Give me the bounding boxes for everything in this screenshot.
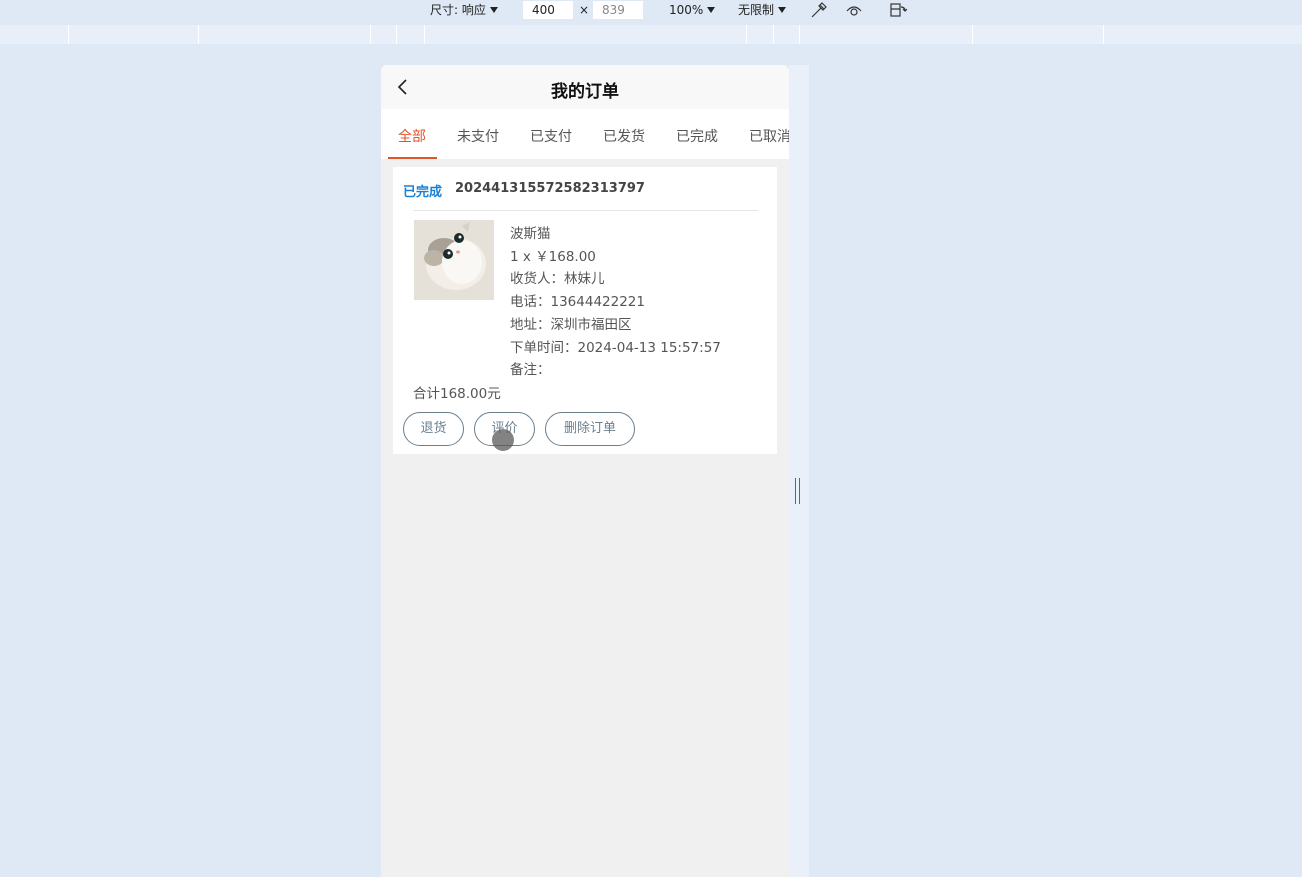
phone: 电话：13644422221: [510, 294, 645, 311]
dimensions-label: 尺寸: 响应: [430, 3, 486, 17]
resize-handle[interactable]: [795, 478, 801, 504]
order-number: 20244131557258231379​7: [455, 181, 645, 196]
order-status: 已完成: [403, 185, 443, 200]
active-tab-indicator: [388, 157, 437, 159]
tab-shipped[interactable]: 已发货: [603, 126, 645, 146]
width-input[interactable]: 400: [523, 1, 573, 19]
order-card: 已完成 20244131557258231379​7 波斯猫 1 x ￥168.…: [393, 167, 777, 454]
devtools-toolbar: 尺寸: 响应 400 × 839 100% 无限制: [0, 0, 1302, 22]
tab-all[interactable]: 全部: [398, 126, 426, 146]
tab-paid[interactable]: 已支付: [530, 126, 572, 146]
order-total: 合计168.00元: [413, 386, 501, 402]
address: 地址：深圳市福田区: [510, 316, 632, 333]
throttle-dropdown[interactable]: 无限制: [738, 2, 787, 18]
tab-unpaid[interactable]: 未支付: [457, 126, 499, 146]
media-query-ruler: [0, 25, 1302, 44]
rotate-icon[interactable]: [889, 1, 907, 19]
page-title: 我的订单: [551, 82, 619, 102]
chevron-down-icon: [778, 7, 787, 13]
nav-bar: 我的订单: [381, 65, 789, 109]
eyedropper-icon[interactable]: [810, 1, 828, 19]
refund-button[interactable]: 退货: [403, 412, 464, 446]
delete-order-button[interactable]: 删除订单: [545, 412, 635, 446]
zoom-dropdown[interactable]: 100%: [669, 2, 716, 18]
order-tabs: 全部 未支付 已支付 已发货 已完成 已取消: [381, 109, 789, 159]
throttle-label: 无限制: [738, 3, 775, 17]
order-info: 波斯猫 1 x ￥168.00 收货人：林妹儿 电话：13644422221 地…: [510, 223, 721, 382]
remark: 备注：: [510, 362, 551, 379]
dimensions-dropdown[interactable]: 尺寸: 响应: [430, 2, 498, 18]
times-symbol: ×: [579, 3, 590, 17]
chevron-down-icon: [489, 7, 498, 13]
divider: [413, 210, 758, 211]
product-name: 波斯猫: [510, 226, 551, 242]
height-input[interactable]: 839: [593, 1, 643, 19]
tab-completed[interactable]: 已完成: [676, 126, 718, 146]
zoom-label: 100%: [669, 3, 704, 17]
order-time: 下单时间：2024-04-13 15:57:57: [510, 339, 721, 356]
eye-icon[interactable]: [845, 1, 863, 19]
tab-cancelled[interactable]: 已取消: [749, 126, 789, 146]
mobile-viewport: 我的订单 全部 未支付 已支付 已发货 已完成 已取消 已完成 20244131…: [381, 65, 789, 877]
cat-photo: [414, 220, 494, 300]
chevron-down-icon: [707, 7, 716, 13]
product-image[interactable]: [414, 220, 494, 300]
receiver: 收货人：林妹儿: [510, 271, 605, 288]
quantity-price: 1 x ￥168.00: [510, 248, 596, 265]
touch-cursor: [492, 429, 514, 451]
viewport-side-strip: [789, 65, 809, 877]
